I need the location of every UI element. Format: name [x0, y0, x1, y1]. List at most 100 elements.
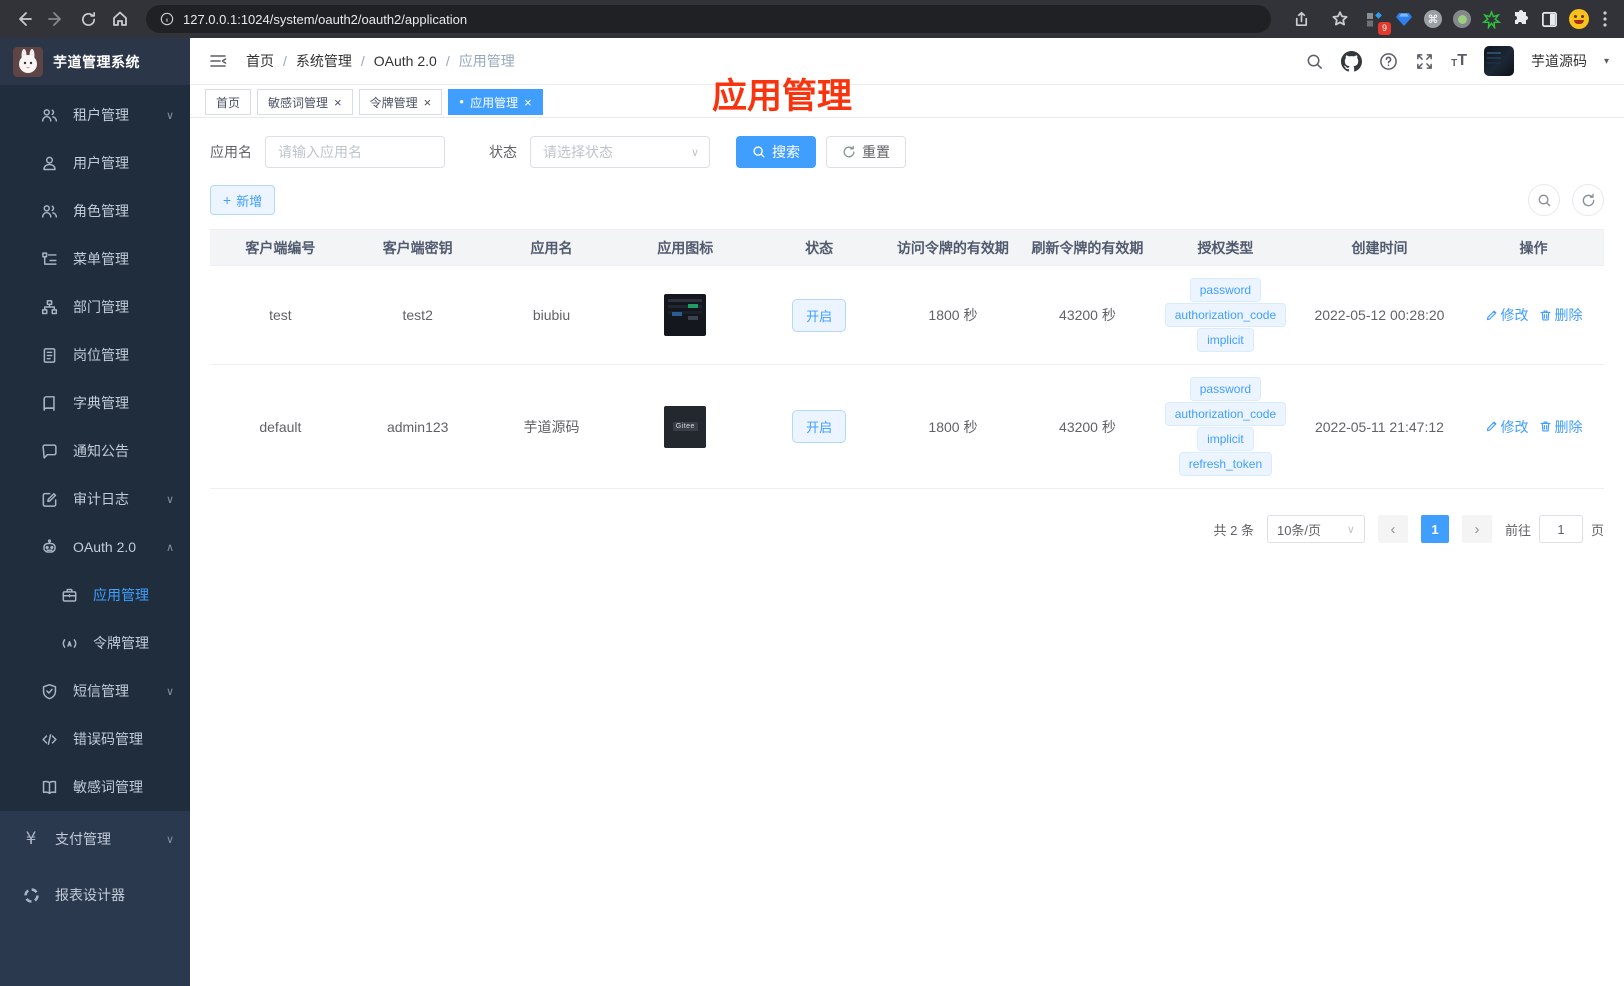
- breadcrumb-home[interactable]: 首页: [246, 51, 274, 71]
- delete-button[interactable]: 删除: [1539, 417, 1583, 437]
- prev-page-button[interactable]: ‹: [1377, 515, 1408, 543]
- page-1-button[interactable]: 1: [1420, 515, 1449, 543]
- status-select[interactable]: 请选择状态 ∨: [530, 136, 710, 168]
- sidebar: 芋道管理系统 租户管理 ∨ 用户管理 角色管理 菜单管理 部门管理 岗位管理 字…: [0, 38, 190, 986]
- app-logo[interactable]: 芋道管理系统: [0, 38, 190, 85]
- sidebar-item-label: 错误码管理: [73, 731, 143, 747]
- sidebar-item-label: 令牌管理: [93, 635, 149, 651]
- sidebar-item-audit[interactable]: 审计日志 ∨: [0, 475, 190, 523]
- site-info-icon[interactable]: [160, 12, 174, 26]
- sidebar-item-label: 菜单管理: [73, 251, 129, 267]
- delete-label: 删除: [1554, 418, 1583, 435]
- sidebar-collapse-icon[interactable]: [205, 48, 231, 74]
- sidebar-item-pay[interactable]: ¥ 支付管理 ∨: [0, 811, 190, 867]
- browser-home-button[interactable]: [106, 5, 134, 33]
- grant-type-tag: authorization_code: [1164, 402, 1287, 426]
- sidebar-item-report[interactable]: 报表设计器: [0, 867, 190, 923]
- add-button-label: 新增: [236, 193, 263, 209]
- ext-badge: 9: [1378, 21, 1391, 35]
- close-icon[interactable]: ×: [424, 96, 432, 109]
- breadcrumb-oauth[interactable]: OAuth 2.0: [374, 53, 437, 69]
- split-square-icon[interactable]: [1541, 11, 1558, 28]
- gem-icon[interactable]: [1395, 10, 1413, 28]
- sidebar-item-user[interactable]: 用户管理: [0, 139, 190, 187]
- applications-table: 客户端编号 客户端密钥 应用名 应用图标 状态 访问令牌的有效期 刷新令牌的有效…: [210, 229, 1604, 489]
- add-button[interactable]: + 新增: [210, 185, 276, 215]
- app-name-input[interactable]: [265, 136, 445, 168]
- search-button[interactable]: 搜索: [736, 136, 816, 168]
- app-icon-image: [664, 294, 707, 336]
- roles-icon: [40, 203, 58, 220]
- chevron-down-icon: ∨: [165, 685, 174, 698]
- command-circle-icon[interactable]: ⌘: [1424, 10, 1442, 28]
- share-icon[interactable]: [1287, 5, 1315, 33]
- sidebar-item-oauth-token[interactable]: 令牌管理: [0, 619, 190, 667]
- tab-home[interactable]: 首页: [205, 89, 252, 115]
- status-badge: 开启: [792, 298, 847, 332]
- active-dot-icon: ●: [459, 97, 465, 106]
- col-created: 创建时间: [1295, 229, 1464, 266]
- sidebar-item-post[interactable]: 岗位管理: [0, 331, 190, 379]
- green-star-icon[interactable]: [1482, 9, 1501, 29]
- code-icon: [40, 731, 58, 748]
- username[interactable]: 芋道源码: [1531, 51, 1587, 71]
- sidebar-item-dict[interactable]: 字典管理: [0, 379, 190, 427]
- sidebar-item-dept[interactable]: 部门管理: [0, 283, 190, 331]
- tab-sensitive[interactable]: 敏感词管理 ×: [257, 89, 353, 115]
- font-size-icon[interactable]: TT: [1451, 53, 1467, 69]
- table-row: test test2 biubiu 开启 1800 秒 43200 秒 pass…: [210, 265, 1604, 365]
- browser-forward-button[interactable]: [42, 5, 70, 33]
- url-text: 127.0.0.1:1024/system/oauth2/oauth2/appl…: [183, 11, 468, 27]
- toggle-search-button[interactable]: [1528, 184, 1560, 216]
- status-badge: 开启: [792, 410, 847, 443]
- sidebar-item-errcode[interactable]: 错误码管理: [0, 715, 190, 763]
- github-icon[interactable]: [1341, 50, 1363, 72]
- sidebar-item-tenant[interactable]: 租户管理 ∨: [0, 91, 190, 139]
- sidebar-item-oauth-application[interactable]: 应用管理: [0, 571, 190, 619]
- breadcrumb-separator: /: [360, 53, 365, 69]
- sidebar-item-sms[interactable]: 短信管理 ∨: [0, 667, 190, 715]
- help-icon[interactable]: [1379, 52, 1398, 71]
- caret-down-icon[interactable]: ▾: [1604, 56, 1609, 67]
- kebab-menu-icon[interactable]: [1600, 11, 1610, 27]
- sidebar-item-notice[interactable]: 通知公告: [0, 427, 190, 475]
- browser-reload-button[interactable]: [74, 5, 102, 33]
- next-page-button[interactable]: ›: [1461, 515, 1492, 543]
- sidebar-item-role[interactable]: 角色管理: [0, 187, 190, 235]
- reset-button[interactable]: 重置: [826, 136, 906, 168]
- sidebar-item-label: 审计日志: [73, 491, 129, 507]
- chevron-down-icon: ∨: [165, 493, 174, 506]
- chevron-down-icon: ∨: [165, 833, 174, 846]
- tab-token[interactable]: 令牌管理 ×: [358, 89, 443, 115]
- yen-icon: ¥: [25, 828, 37, 849]
- ext-blocks-icon[interactable]: 9: [1365, 10, 1391, 35]
- refresh-table-button[interactable]: [1572, 184, 1604, 216]
- breadcrumb-system[interactable]: 系统管理: [296, 51, 352, 71]
- tab-application[interactable]: ● 应用管理 ×: [448, 89, 543, 115]
- address-bar[interactable]: 127.0.0.1:1024/system/oauth2/oauth2/appl…: [146, 5, 1271, 33]
- browser-back-button[interactable]: [10, 5, 38, 33]
- delete-button[interactable]: 删除: [1539, 305, 1583, 325]
- chevron-left-icon: ‹: [1390, 520, 1396, 538]
- edit-button[interactable]: 修改: [1485, 305, 1529, 325]
- puzzle-extensions-icon[interactable]: [1512, 10, 1530, 28]
- emoji-avatar-icon[interactable]: [1569, 9, 1589, 29]
- bookmark-star-icon[interactable]: [1326, 5, 1354, 33]
- search-icon[interactable]: [1305, 52, 1324, 71]
- page-size-select[interactable]: 10条/页 ∨: [1266, 515, 1365, 543]
- sidebar-item-oauth[interactable]: OAuth 2.0 ∧: [0, 523, 190, 571]
- user-avatar[interactable]: [1483, 46, 1514, 76]
- edit-button[interactable]: 修改: [1485, 417, 1529, 437]
- record-circle-icon[interactable]: [1453, 10, 1471, 28]
- close-icon[interactable]: ×: [524, 96, 532, 109]
- close-icon[interactable]: ×: [334, 96, 342, 109]
- goto-page-input[interactable]: [1538, 515, 1583, 543]
- edit-icon: [1486, 310, 1497, 320]
- sidebar-menu: 租户管理 ∨ 用户管理 角色管理 菜单管理 部门管理 岗位管理 字典管理 通知公…: [0, 85, 190, 811]
- col-status: 状态: [752, 229, 887, 266]
- edit-label: 修改: [1500, 307, 1529, 323]
- delete-icon: [1540, 310, 1551, 320]
- sidebar-item-sensitive[interactable]: 敏感词管理: [0, 763, 190, 811]
- sidebar-item-menu[interactable]: 菜单管理: [0, 235, 190, 283]
- fullscreen-icon[interactable]: [1415, 52, 1434, 71]
